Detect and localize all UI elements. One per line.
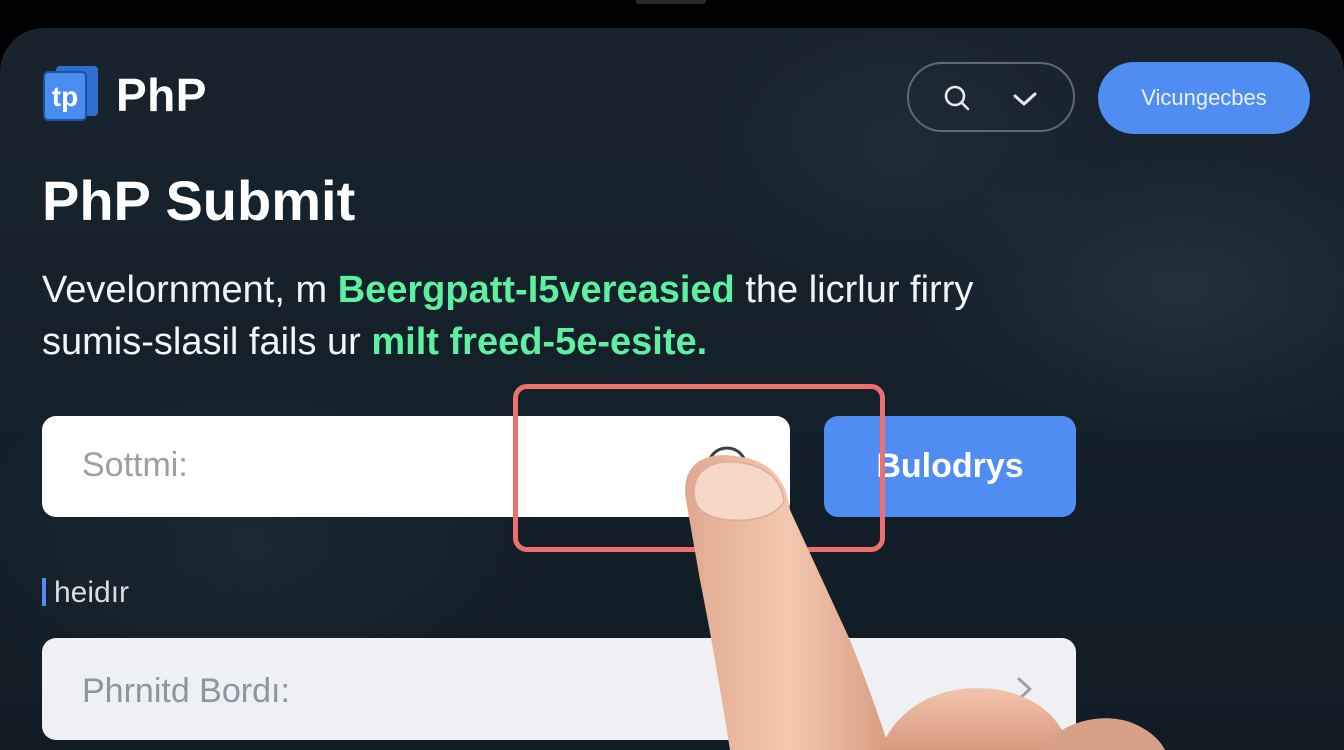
field-label-marker: [42, 578, 46, 606]
php-logo: tp: [42, 64, 100, 122]
chevron-right-icon[interactable]: [1014, 674, 1036, 704]
check-icon[interactable]: [1011, 88, 1039, 110]
description-line1-end: the licrlur firry: [734, 269, 974, 311]
submit-input-placeholder: Sottmi:: [82, 446, 188, 484]
board-select[interactable]: Phrnitd Bordı:: [42, 638, 1076, 740]
description-highlight-1: Beergpatt-I5vereasied: [337, 269, 735, 311]
board-select-placeholder: Phrnitd Bordı:: [82, 672, 290, 710]
description-text: Vevelornment, m Beergpatt-I5vereasied th…: [42, 264, 1082, 368]
logo-glyph: tp: [52, 81, 78, 112]
description-line1-start: Vevelornment, m: [42, 269, 338, 311]
top-action-button[interactable]: Vicungecbes: [1098, 62, 1310, 134]
search-toggle[interactable]: [907, 62, 1075, 132]
tap-target-highlight: [513, 384, 885, 552]
brand-name: PhP: [116, 69, 207, 121]
field-label-text: heidır: [54, 576, 130, 609]
field-label: heidır: [42, 576, 129, 610]
description-line2-start: sumis-slasil fails ur: [42, 321, 372, 363]
search-icon[interactable]: [943, 84, 971, 112]
app-screen: tp PhP Vicungecbes PhP Submit Vevelornme…: [0, 28, 1344, 750]
device-notch: [636, 0, 706, 4]
description-highlight-2: milt freed-5e-esite.: [371, 321, 708, 363]
page-title: PhP Submit: [42, 169, 356, 232]
